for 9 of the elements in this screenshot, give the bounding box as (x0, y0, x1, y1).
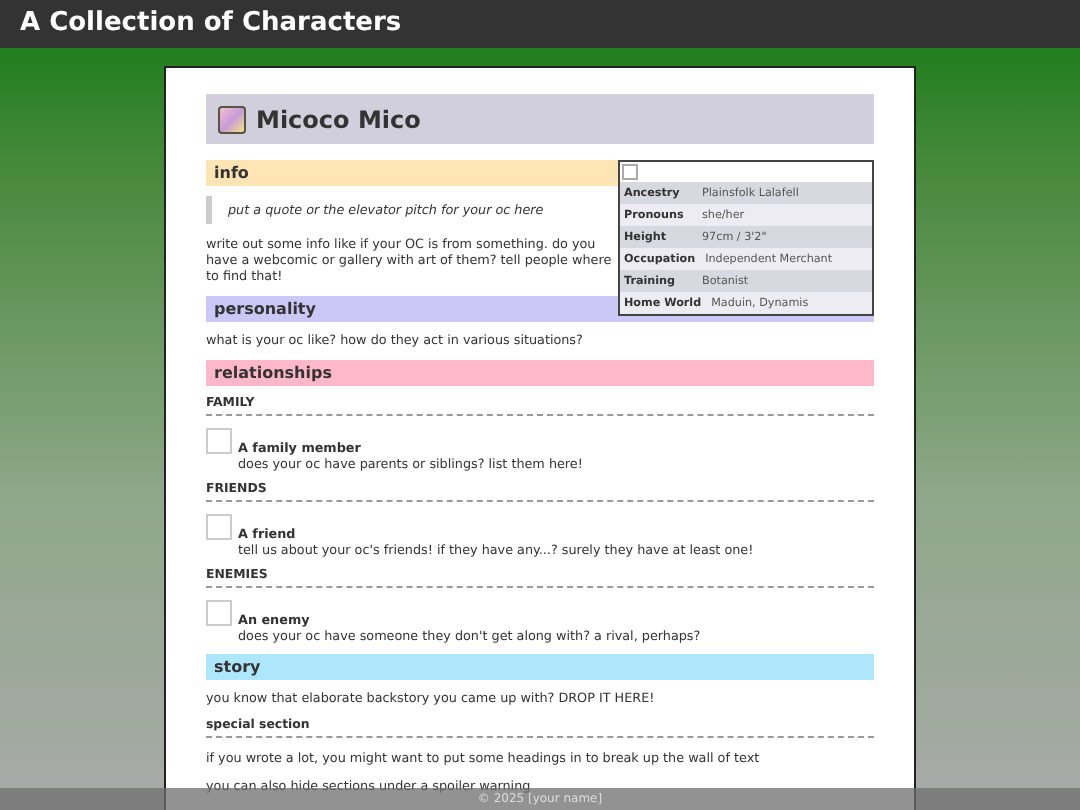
section-heading: story (206, 654, 874, 680)
broken-image-icon (206, 514, 232, 540)
broken-image-icon (206, 600, 232, 626)
broken-image-icon (206, 428, 232, 454)
broken-image-icon (622, 164, 638, 180)
character-name: Micoco Mico (256, 105, 421, 133)
site-title: A Collection of Characters (20, 8, 404, 40)
avatar-icon (218, 105, 246, 133)
section-heading: relationships (206, 360, 874, 386)
